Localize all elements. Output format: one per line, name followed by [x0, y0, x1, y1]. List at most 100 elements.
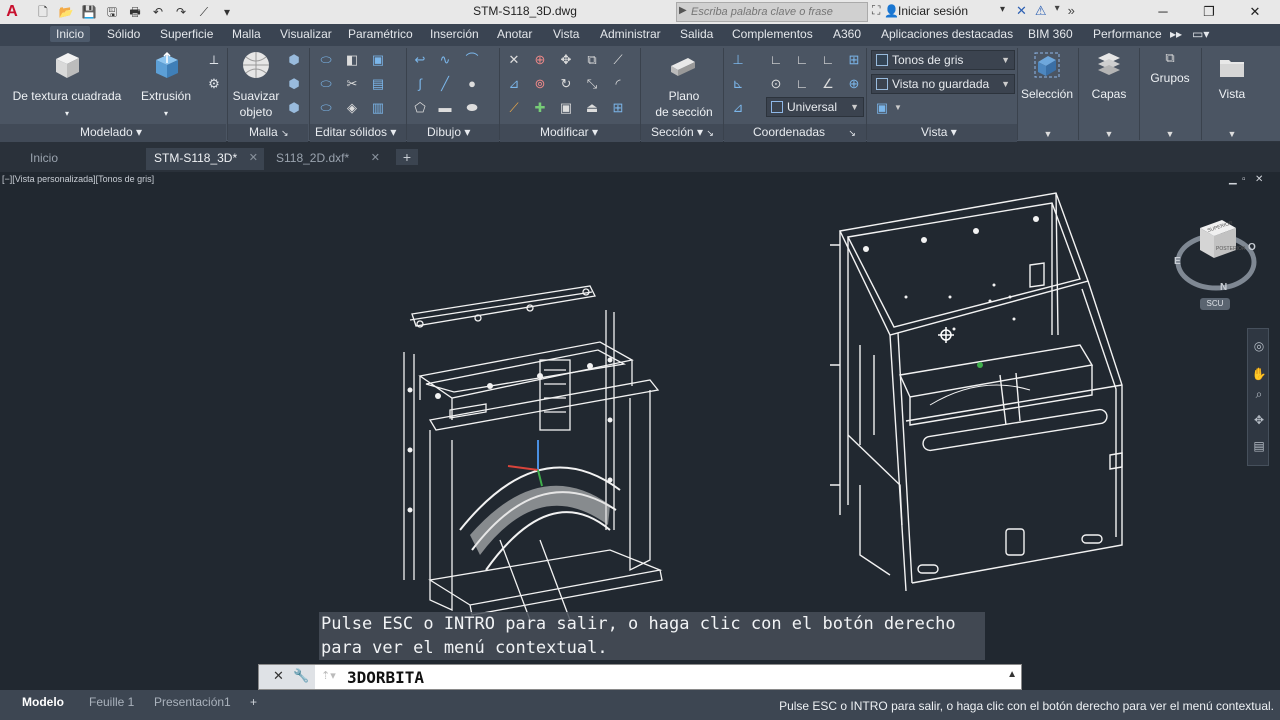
- panel-dibujo[interactable]: Dibujo ▾: [427, 125, 470, 139]
- ucs-named-icon[interactable]: ⊞: [846, 52, 862, 68]
- close-tab-icon[interactable]: ✕: [249, 148, 258, 168]
- viewport-config-dropdown-icon[interactable]: ▼: [890, 100, 906, 116]
- polyline3d-icon[interactable]: ∫: [412, 76, 428, 92]
- ucs-select[interactable]: Universal ▼: [766, 97, 864, 117]
- tab-inicio[interactable]: Inicio: [50, 26, 91, 42]
- polyline-icon[interactable]: ↩: [412, 52, 428, 68]
- doctab-stm-s118-3d[interactable]: STM-S118_3D* ✕: [146, 148, 264, 170]
- arc-icon[interactable]: ⌒: [464, 52, 480, 68]
- layout-tab-modelo[interactable]: Modelo: [22, 695, 64, 709]
- textura-cuadrada-button[interactable]: De textura cuadrada ▾: [8, 88, 126, 122]
- scale-icon[interactable]: ▣: [558, 100, 574, 116]
- move3d-icon[interactable]: ✕: [506, 52, 522, 68]
- capas-button[interactable]: Capas: [1080, 86, 1138, 102]
- save-icon[interactable]: 💾: [80, 3, 98, 21]
- tab-parametrico[interactable]: Paramétrico: [348, 27, 413, 41]
- panel-vista[interactable]: Vista ▾: [921, 125, 957, 139]
- binoculars-icon[interactable]: ⛶: [872, 3, 880, 18]
- a360-icon[interactable]: ⚠: [1035, 3, 1047, 19]
- visual-style-select[interactable]: Tonos de gris ▼: [871, 50, 1015, 70]
- spline-icon[interactable]: ∿: [437, 52, 453, 68]
- union-icon[interactable]: ⬭: [318, 52, 334, 68]
- ucs-face-icon[interactable]: ∟: [820, 52, 836, 68]
- tab-complementos[interactable]: Complementos: [732, 27, 813, 41]
- ucs-icon-props-icon[interactable]: ⊕: [846, 76, 862, 92]
- command-input[interactable]: [347, 667, 987, 687]
- mesh-smooth-more-icon[interactable]: ⬢: [286, 76, 302, 92]
- copy-icon[interactable]: ⧉: [584, 52, 600, 68]
- add-layout-icon[interactable]: +: [250, 695, 257, 709]
- tab-vista[interactable]: Vista: [553, 27, 579, 41]
- seleccion-dropdown-icon[interactable]: ▼: [1040, 126, 1056, 142]
- viewport-close-icon[interactable]: ✕: [1255, 174, 1263, 185]
- vista-dropdown-icon[interactable]: ▼: [1224, 126, 1240, 142]
- viewcube[interactable]: SUPERIOR POSTERIOR E O N: [1170, 212, 1262, 312]
- minimize-button[interactable]: ─: [1140, 0, 1186, 24]
- ucs-3point-icon[interactable]: ∠: [820, 76, 836, 92]
- panel-modelado[interactable]: Modelado ▾: [80, 125, 142, 139]
- offset-edge-icon[interactable]: ⟋: [506, 100, 522, 116]
- thicken-icon[interactable]: ◈: [344, 100, 360, 116]
- solid-edit-icon[interactable]: ▣: [370, 52, 386, 68]
- tab-a360[interactable]: A360: [833, 27, 861, 41]
- tab-salida[interactable]: Salida: [680, 27, 713, 41]
- print-icon[interactable]: 🖶: [126, 3, 144, 21]
- array3d-icon[interactable]: ✚: [532, 100, 548, 116]
- intersect-icon[interactable]: ⬭: [318, 100, 334, 116]
- save-as-icon[interactable]: 🖫: [103, 3, 121, 21]
- tab-anotar[interactable]: Anotar: [497, 27, 532, 41]
- tab-bim360[interactable]: BIM 360: [1028, 27, 1073, 41]
- exchange-apps-icon[interactable]: ✕: [1016, 3, 1027, 19]
- help-icon[interactable]: ▾: [1055, 3, 1060, 19]
- stretch-icon[interactable]: ⤡: [584, 76, 600, 92]
- ucs-y-icon[interactable]: ∟: [794, 76, 810, 92]
- ucs-world-icon[interactable]: ∟: [768, 52, 784, 68]
- vista-button[interactable]: Vista: [1204, 86, 1260, 102]
- mesh-box-icon[interactable]: ⬢: [286, 52, 302, 68]
- presspull-icon[interactable]: ⟂: [206, 52, 222, 68]
- panel-malla[interactable]: Malla ↘: [249, 125, 289, 139]
- suavizar-objeto-button[interactable]: Suavizar objeto: [228, 88, 284, 120]
- viewport-restore-icon[interactable]: ▫: [1242, 174, 1246, 185]
- undo-icon[interactable]: ↶: [149, 3, 167, 21]
- layout-tab-presentacion1[interactable]: Presentación1: [154, 695, 231, 709]
- move-icon[interactable]: ✥: [558, 52, 574, 68]
- customize-command-icon[interactable]: 🔧: [293, 668, 309, 684]
- open-file-icon[interactable]: 📂: [57, 3, 75, 21]
- grupos-dropdown-icon[interactable]: ▼: [1162, 126, 1178, 142]
- qat-dropdown-icon[interactable]: ▾: [218, 3, 236, 21]
- search-input[interactable]: [691, 4, 865, 20]
- ucs-x-icon[interactable]: ∟: [794, 52, 810, 68]
- command-history-toggle-icon[interactable]: ▲: [1007, 669, 1017, 680]
- slice-icon[interactable]: ◧: [344, 52, 360, 68]
- mirror3d-icon[interactable]: ⊚: [532, 76, 548, 92]
- tab-administrar[interactable]: Administrar: [600, 27, 661, 41]
- panel-seccion[interactable]: Sección ▾ ↘: [651, 125, 714, 139]
- tabs-more-icon[interactable]: ▸▸: [1170, 27, 1182, 41]
- showmotion-icon[interactable]: ▤: [1251, 439, 1267, 455]
- model-left-assembly[interactable]: [390, 280, 690, 620]
- recent-commands-icon[interactable]: ⇡▾: [321, 669, 336, 682]
- tab-malla[interactable]: Malla: [232, 27, 261, 41]
- orbit-icon[interactable]: ✥: [1251, 413, 1267, 429]
- align-icon[interactable]: ⊿: [506, 76, 522, 92]
- ucs-origin-icon[interactable]: ⊾: [730, 76, 746, 92]
- tab-visualizar[interactable]: Visualizar: [280, 27, 332, 41]
- doctab-s118-2d[interactable]: S118_2D.dxf* ✕: [268, 148, 386, 170]
- close-button[interactable]: ✕: [1232, 0, 1278, 24]
- restore-button[interactable]: ❐: [1186, 0, 1232, 24]
- search-expand-icon[interactable]: ▶: [679, 5, 687, 16]
- view-select[interactable]: Vista no guardada ▼: [871, 74, 1015, 94]
- ucs-previous-icon[interactable]: ⊙: [768, 76, 784, 92]
- extrusion-button[interactable]: Extrusión ▾: [132, 88, 200, 122]
- ucs-view-icon[interactable]: ⊿: [730, 100, 746, 116]
- subtract-icon[interactable]: ⬭: [318, 76, 334, 92]
- tab-superficie[interactable]: Superficie: [160, 27, 213, 41]
- mesh-refine-icon[interactable]: ⬢: [286, 100, 302, 116]
- search-box[interactable]: ▶: [676, 2, 868, 22]
- circle-icon[interactable]: ●: [464, 76, 480, 92]
- tab-solido[interactable]: Sólido: [107, 27, 140, 41]
- capas-dropdown-icon[interactable]: ▼: [1101, 126, 1117, 142]
- match-properties-icon[interactable]: ⟋: [195, 3, 213, 21]
- new-tab-button[interactable]: +: [396, 149, 418, 165]
